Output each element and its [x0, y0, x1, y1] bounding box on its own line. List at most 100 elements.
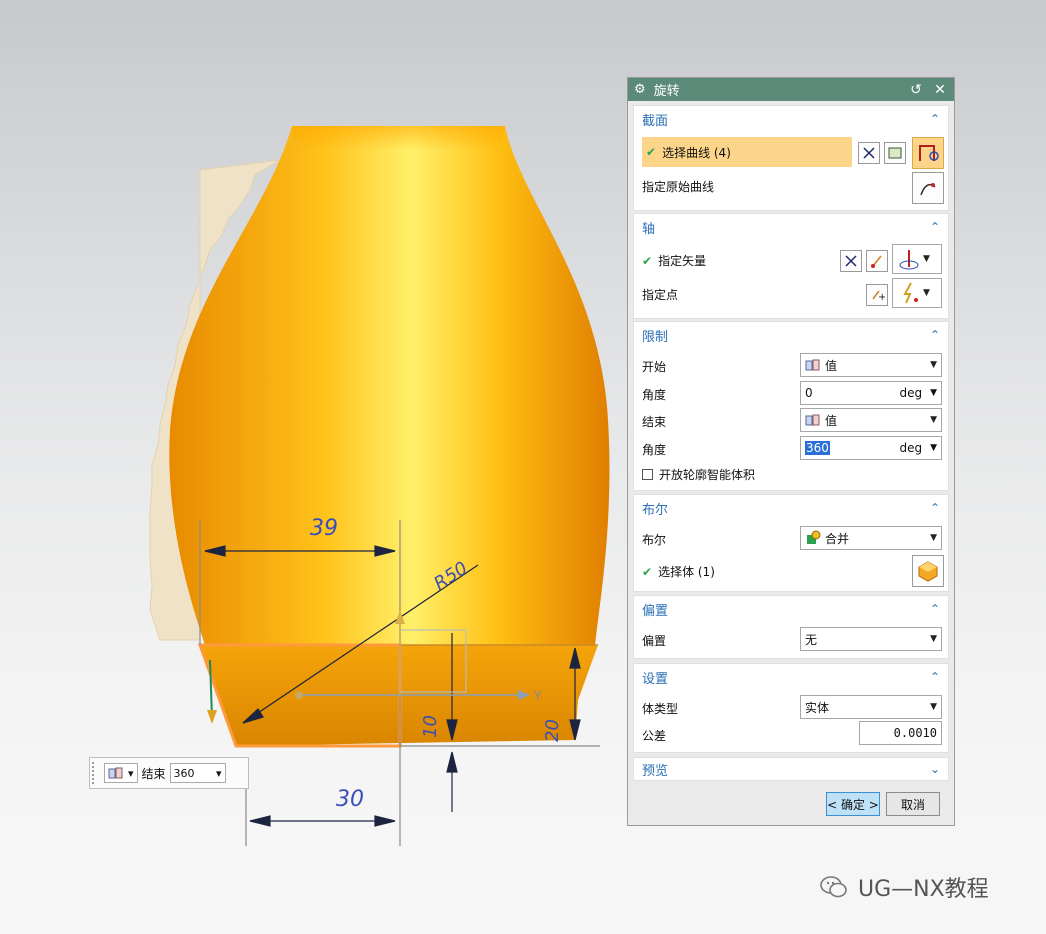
mini-value-type-dropdown[interactable]: ▾: [104, 763, 138, 783]
collapse-icon[interactable]: ⌃: [930, 328, 940, 342]
lightning-point-icon: [903, 282, 918, 304]
specify-point-label: 指定点: [642, 288, 679, 302]
axis-header[interactable]: 轴 ⌃: [634, 214, 948, 240]
axis-vector-icon: [899, 250, 919, 270]
select-curve-row[interactable]: ✔ 选择曲线 (4): [642, 137, 852, 167]
curve-select-button[interactable]: [912, 137, 944, 169]
chevron-down-icon: ▼: [923, 288, 930, 298]
vector-dialog-button[interactable]: [866, 250, 888, 272]
offset-type-dropdown[interactable]: 无 ▼: [800, 627, 942, 651]
chevron-down-icon: ▾: [128, 766, 134, 780]
value-icon: [805, 414, 820, 426]
boolean-type-value: 合并: [825, 531, 850, 546]
sketch-section-button[interactable]: [884, 142, 906, 164]
end-angle-input[interactable]: 360 deg ▼: [800, 436, 942, 460]
origin-curve-icon: [920, 183, 936, 196]
point-type-dropdown[interactable]: ▼: [892, 278, 942, 308]
origin-curve-button[interactable]: [912, 172, 944, 204]
chevron-down-icon: ▼: [930, 360, 937, 370]
offset-group: 偏置 ⌃ 偏置 无 ▼: [633, 595, 949, 659]
collapse-icon[interactable]: ⌃: [930, 602, 940, 616]
chevron-down-icon[interactable]: ▼: [930, 388, 937, 398]
select-body-button[interactable]: [912, 555, 944, 587]
unite-icon: [807, 530, 821, 544]
watermark: UG—NX教程: [818, 869, 989, 905]
value-icon: [805, 359, 820, 371]
reset-icon[interactable]: ↺: [908, 82, 924, 98]
start-angle-input[interactable]: 0 deg ▼: [800, 381, 942, 405]
body-type-label: 体类型: [642, 702, 679, 716]
axis-title: 轴: [642, 221, 656, 237]
open-profile-checkbox[interactable]: [642, 469, 653, 480]
collapse-icon[interactable]: ⌃: [930, 220, 940, 234]
body-type-dropdown[interactable]: 实体 ▼: [800, 695, 942, 719]
select-curve-label: 选择曲线 (4): [662, 145, 731, 160]
y-axis-label: Y: [533, 689, 542, 703]
dialog-titlebar[interactable]: ⚙ 旋转 ↺ ✕: [628, 78, 954, 101]
collapse-icon[interactable]: ⌃: [930, 112, 940, 126]
limits-title: 限制: [642, 329, 669, 345]
solid-body-icon: [918, 561, 938, 582]
preview-header[interactable]: 预览 ⌄: [634, 758, 948, 780]
mini-toolbar: ▾ 结束 360 ▾: [89, 757, 249, 789]
dim-30-label[interactable]: 30: [336, 787, 364, 812]
point-dialog-button[interactable]: +: [866, 284, 888, 306]
chevron-down-icon: ▼: [930, 634, 937, 644]
reverse-direction-button[interactable]: [858, 142, 880, 164]
offset-label: 偏置: [642, 634, 667, 648]
gear-icon[interactable]: ⚙: [634, 82, 646, 97]
section-group: 截面 ⌃ ✔ 选择曲线 (4) 指定原始曲线: [633, 105, 949, 211]
preview-title: 预览: [642, 763, 669, 779]
boolean-type-dropdown[interactable]: 合并 ▼: [800, 526, 942, 550]
dim-10-label[interactable]: 10: [420, 715, 441, 738]
vector-type-dropdown[interactable]: ▼: [892, 244, 942, 274]
end-angle-unit: deg: [899, 441, 923, 455]
end-label: 结束: [642, 415, 667, 429]
cancel-button[interactable]: 取消: [886, 792, 940, 816]
end-type-dropdown[interactable]: 值 ▼: [800, 408, 942, 432]
tolerance-input[interactable]: 0.0010: [859, 721, 942, 745]
axis-group: 轴 ⌃ ✔ 指定矢量 ▼ 指定点 + ▼: [633, 213, 949, 319]
ok-button[interactable]: < 确定 >: [826, 792, 880, 816]
chevron-down-icon: ▼: [923, 254, 930, 264]
check-icon: ✔: [646, 145, 657, 159]
vase-top-shade: [292, 126, 505, 150]
settings-header[interactable]: 设置 ⌃: [634, 664, 948, 690]
tolerance-label: 公差: [642, 729, 667, 743]
drag-handle[interactable]: [92, 762, 100, 784]
collapse-icon[interactable]: ⌃: [930, 501, 940, 515]
reverse-icon: [845, 255, 857, 267]
boolean-label: 布尔: [642, 533, 667, 547]
settings-title: 设置: [642, 671, 669, 687]
start-type-dropdown[interactable]: 值 ▼: [800, 353, 942, 377]
chevron-down-icon[interactable]: ▼: [930, 443, 937, 453]
preview-group: 预览 ⌄: [633, 757, 949, 781]
dim-20-label[interactable]: 20: [542, 719, 563, 742]
offset-title: 偏置: [642, 603, 669, 619]
collapse-icon[interactable]: ⌃: [930, 670, 940, 684]
mini-end-value-input[interactable]: 360 ▾: [169, 763, 226, 783]
end-type-value: 值: [825, 413, 838, 428]
select-body-label: 选择体 (1): [658, 565, 715, 579]
boolean-header[interactable]: 布尔 ⌃: [634, 495, 948, 521]
start-label: 开始: [642, 360, 667, 374]
reverse-vector-button[interactable]: [840, 250, 862, 272]
offset-header[interactable]: 偏置 ⌃: [634, 596, 948, 622]
body-type-value: 实体: [805, 700, 830, 715]
reverse-icon: [863, 147, 875, 159]
dim-39-label[interactable]: 39: [310, 516, 338, 541]
close-icon[interactable]: ✕: [932, 82, 948, 98]
revolve-dialog: ⚙ 旋转 ↺ ✕ 截面 ⌃ ✔ 选择曲线 (4) 指定原始曲线 轴 ⌃ ✔ 指定…: [627, 77, 955, 826]
mini-end-label: 结束: [141, 766, 166, 781]
expand-icon[interactable]: ⌄: [930, 762, 940, 776]
limits-header[interactable]: 限制 ⌃: [634, 322, 948, 348]
chevron-down-icon: ▼: [930, 702, 937, 712]
vector-icon: [871, 255, 882, 268]
mini-end-value: 360: [173, 766, 195, 780]
end-angle-value: 360: [805, 441, 830, 455]
offset-type-value: 无: [805, 632, 818, 647]
end-angle-label: 角度: [642, 443, 667, 457]
sketch-icon: [888, 147, 902, 159]
boolean-title: 布尔: [642, 502, 669, 518]
section-header[interactable]: 截面 ⌃: [634, 106, 948, 132]
